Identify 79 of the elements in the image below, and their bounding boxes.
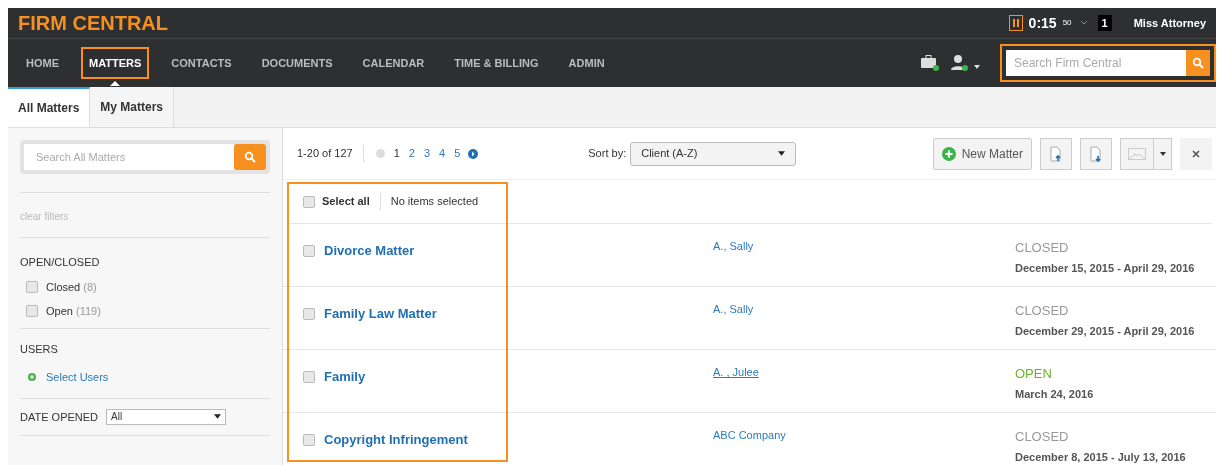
page-link[interactable]: 2 bbox=[408, 145, 415, 162]
select-all-label[interactable]: Select all bbox=[322, 193, 381, 210]
plus-icon bbox=[28, 373, 36, 382]
nav-tab[interactable]: TIME & BILLING bbox=[446, 47, 547, 79]
matter-name-link[interactable]: Divorce Matter bbox=[324, 241, 415, 261]
next-page-icon[interactable] bbox=[468, 148, 479, 159]
matter-name-link[interactable]: Family bbox=[324, 367, 366, 387]
search-icon bbox=[1192, 57, 1204, 69]
section-title: OPEN/CLOSED bbox=[20, 255, 101, 270]
file-download-icon bbox=[1090, 145, 1102, 162]
search-button[interactable] bbox=[1186, 50, 1210, 76]
checkbox[interactable] bbox=[303, 370, 315, 383]
checkbox[interactable] bbox=[303, 244, 315, 257]
user-name[interactable]: Miss Attorney bbox=[1133, 14, 1206, 32]
global-search-field[interactable]: Search Firm Central bbox=[1000, 44, 1216, 82]
user-icon[interactable] bbox=[950, 54, 970, 72]
view-tab[interactable]: All Matters bbox=[8, 87, 91, 127]
page-link[interactable]: 1 bbox=[393, 145, 400, 162]
page-link[interactable]: 3 bbox=[423, 145, 431, 162]
select-users-link[interactable]: Select Users bbox=[46, 369, 109, 386]
nav-tab[interactable]: CONTACTS bbox=[163, 47, 240, 79]
import-button[interactable] bbox=[1080, 137, 1112, 170]
new-matter-button[interactable]: New Matter bbox=[932, 137, 1032, 170]
date-range: December 8, 2015 - July 13, 2016 bbox=[1015, 449, 1186, 465]
chevron-down-icon[interactable] bbox=[1079, 20, 1088, 26]
page-link[interactable]: 5 bbox=[454, 145, 461, 162]
section-title: DATE OPENED bbox=[20, 409, 99, 425]
matter-name-link[interactable]: Copyright Infringement bbox=[324, 430, 468, 450]
status-label: CLOSED bbox=[1015, 302, 1070, 320]
search-icon bbox=[244, 151, 256, 163]
page-link[interactable]: 4 bbox=[439, 145, 446, 162]
client-link[interactable]: A., Sally bbox=[713, 238, 1015, 255]
selection-status: No items selected bbox=[390, 194, 479, 210]
nav-tab[interactable]: ADMIN bbox=[560, 47, 613, 79]
date-dropdown[interactable]: All bbox=[106, 408, 227, 425]
status-label: OPEN bbox=[1015, 365, 1053, 383]
sort-dropdown[interactable]: Client (A-Z) bbox=[630, 141, 797, 166]
checkbox[interactable] bbox=[26, 280, 38, 293]
client-link[interactable]: ABC Company bbox=[713, 427, 1015, 444]
checkbox[interactable] bbox=[303, 307, 315, 320]
envelope-icon bbox=[1128, 147, 1146, 160]
matter-name-link[interactable]: Family Law Matter bbox=[324, 304, 437, 324]
checkbox[interactable] bbox=[26, 305, 38, 318]
caret-icon bbox=[778, 151, 786, 156]
caret-icon bbox=[214, 414, 222, 420]
count-badge: 1 bbox=[1097, 14, 1112, 32]
email-button[interactable] bbox=[1120, 137, 1172, 170]
file-upload-icon bbox=[1050, 145, 1062, 162]
briefcase-icon[interactable] bbox=[920, 54, 940, 72]
client-link[interactable]: A., Sally bbox=[713, 301, 1015, 318]
checkbox[interactable] bbox=[303, 433, 315, 446]
timer-time: 0:15 bbox=[1028, 13, 1057, 33]
timer-seconds: 50 bbox=[1062, 17, 1072, 29]
nav-tab[interactable]: DOCUMENTS bbox=[253, 47, 341, 79]
close-button[interactable] bbox=[1180, 137, 1212, 170]
status-label: CLOSED bbox=[1015, 428, 1070, 446]
nav-tab[interactable]: CALENDAR bbox=[354, 47, 433, 79]
filter-option[interactable]: Open (119) bbox=[46, 303, 101, 320]
plus-icon bbox=[941, 146, 956, 161]
close-icon bbox=[1192, 149, 1200, 158]
status-label: CLOSED bbox=[1015, 239, 1070, 257]
client-link[interactable]: A. , Julee bbox=[713, 364, 1015, 381]
result-range: 1-20 of 127 bbox=[297, 145, 364, 162]
caret-icon bbox=[1159, 151, 1166, 156]
section-title: USERS bbox=[20, 341, 59, 357]
matters-search-field[interactable]: Search All Matters bbox=[20, 140, 270, 174]
previous-page-icon[interactable] bbox=[375, 149, 385, 158]
date-range: December 15, 2015 - April 29, 2016 bbox=[1015, 260, 1195, 276]
export-button[interactable] bbox=[1040, 137, 1072, 170]
app-logo: FIRM CENTRAL bbox=[18, 11, 168, 36]
date-range: December 29, 2015 - April 29, 2016 bbox=[1015, 323, 1195, 339]
pause-icon[interactable] bbox=[1008, 15, 1023, 31]
date-range: March 24, 2016 bbox=[1015, 386, 1094, 402]
checkbox[interactable] bbox=[303, 195, 315, 208]
sort-label: Sort by: bbox=[588, 146, 627, 162]
caret-icon[interactable] bbox=[974, 65, 980, 69]
search-button[interactable] bbox=[234, 144, 266, 170]
nav-tab[interactable]: HOME bbox=[18, 47, 67, 79]
filter-option[interactable]: Closed (8) bbox=[46, 278, 97, 295]
